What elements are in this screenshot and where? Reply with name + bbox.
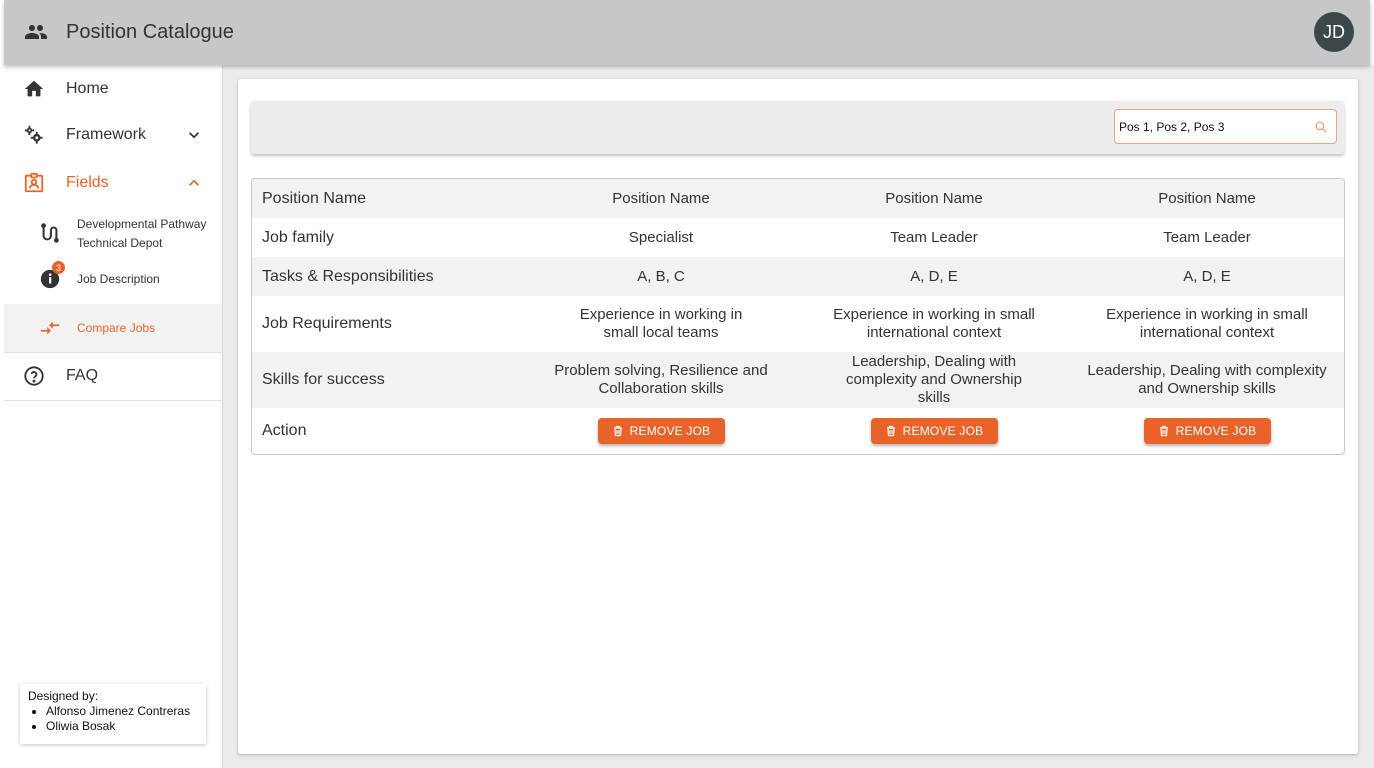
info-icon: 3 — [38, 261, 65, 291]
remove-job-label: REMOVE JOB — [1175, 424, 1257, 438]
row-label: Tasks & Responsibilities — [262, 267, 434, 285]
sidebar-subitem-job-description[interactable]: 3 Job Description — [4, 261, 222, 297]
table-cell: A, B, C — [637, 267, 685, 285]
credits-card: Designed by: Alfonso Jimenez Contreras O… — [20, 684, 206, 744]
compare-table: Position Name Position Name Position Nam… — [251, 178, 1345, 455]
sidebar-subitem-label-line: Technical Depot — [77, 236, 163, 250]
sidebar-item-faq[interactable]: FAQ — [4, 352, 222, 400]
route-icon — [38, 221, 62, 245]
table-cell: Experience in working in small internati… — [833, 306, 1035, 341]
chevron-up-icon[interactable] — [184, 173, 204, 193]
table-row: Skills for success Problem solving, Resi… — [252, 352, 1344, 408]
table-row: Job Requirements Experience in working i… — [252, 296, 1344, 352]
table-row: Job family Specialist Team Leader Team L… — [252, 218, 1344, 257]
sidebar-subitem-compare-jobs[interactable]: Compare Jobs — [4, 304, 222, 352]
credits-name: Alfonso Jimenez Contreras — [46, 704, 198, 719]
table-cell: Experience in working in small local tea… — [579, 306, 743, 341]
table-cell: Experience in working in small internati… — [1106, 306, 1308, 341]
table-row: Position Name Position Name Position Nam… — [252, 179, 1344, 218]
row-label: Job family — [262, 228, 335, 246]
table-cell: REMOVE JOB — [1077, 408, 1337, 454]
table-cell: Position Name — [612, 189, 710, 207]
sidebar-subitem-developmental-pathway[interactable]: Developmental Pathway Technical Depot — [4, 211, 222, 255]
remove-job-button[interactable]: REMOVE JOB — [870, 418, 998, 444]
sidebar-divider — [4, 400, 222, 401]
credits-heading: Designed by: — [28, 689, 99, 703]
search-field[interactable] — [1114, 109, 1337, 144]
table-cell: Position Name — [885, 189, 983, 207]
remove-job-label: REMOVE JOB — [629, 424, 711, 438]
gears-icon — [22, 123, 46, 147]
app-title: Position Catalogue — [66, 21, 234, 43]
table-cell: A, D, E — [1183, 267, 1231, 285]
credits-list: Alfonso Jimenez Contreras Oliwia Bosak — [28, 704, 198, 734]
remove-job-label: REMOVE JOB — [902, 424, 984, 438]
sidebar-item-label: Framework — [66, 126, 147, 143]
sidebar-item-label: Home — [66, 80, 109, 97]
row-label: Skills for success — [262, 371, 385, 388]
remove-job-button[interactable]: REMOVE JOB — [597, 418, 725, 444]
table-cell: REMOVE JOB — [804, 408, 1064, 454]
sidebar-item-framework[interactable]: Framework — [4, 111, 222, 159]
sidebar-subitem-label: Compare Jobs — [77, 320, 156, 335]
table-cell: Team Leader — [1163, 228, 1251, 246]
search-icon[interactable] — [1314, 120, 1328, 134]
remove-job-button[interactable]: REMOVE JOB — [1143, 418, 1271, 444]
search-input[interactable] — [1115, 119, 1305, 134]
home-icon — [22, 77, 46, 101]
sidebar-item-fields[interactable]: Fields — [4, 159, 222, 207]
trash-icon — [886, 425, 895, 437]
sidebar: Home Framework Fields Developmental Path… — [4, 65, 223, 768]
table-cell: Leadership, Dealing with complexity and … — [846, 353, 1022, 406]
table-cell: A, D, E — [910, 267, 958, 285]
table-row: Action REMOVE JOB REMOVE JOB REMOVE JOB — [252, 408, 1344, 454]
avatar[interactable]: JD — [1314, 12, 1354, 52]
row-label: Job Requirements — [262, 315, 392, 332]
chevron-down-icon[interactable] — [184, 125, 204, 145]
table-cell: Team Leader — [890, 228, 978, 246]
credits-name: Oliwia Bosak — [46, 719, 198, 734]
badge-icon — [22, 171, 46, 195]
table-cell: Position Name — [1158, 189, 1256, 207]
sidebar-item-label: Fields — [66, 174, 109, 191]
trash-icon — [1159, 425, 1168, 437]
app-bar: Position Catalogue JD — [4, 0, 1370, 65]
sidebar-item-home[interactable]: Home — [4, 65, 222, 113]
help-icon — [22, 364, 46, 388]
table-row: Tasks & Responsibilities A, B, C A, D, E… — [252, 257, 1344, 296]
table-cell: REMOVE JOB — [531, 408, 791, 454]
table-cell: Specialist — [628, 228, 694, 246]
table-cell: Problem solving, Resilience and Collabor… — [554, 362, 768, 397]
sidebar-subitem-label: Developmental Pathway Technical Depot — [77, 215, 206, 253]
compare-arrows-icon — [38, 316, 62, 340]
sidebar-item-label: FAQ — [66, 367, 99, 384]
sidebar-subitem-label: Job Description — [77, 271, 160, 286]
people-icon — [25, 25, 47, 39]
trash-icon — [613, 425, 622, 437]
row-label: Position Name — [262, 189, 367, 207]
notification-badge: 3 — [52, 261, 65, 274]
table-cell: Leadership, Dealing with complexity and … — [1087, 362, 1327, 397]
row-label: Action — [262, 422, 307, 439]
sidebar-subitem-label-line: Developmental Pathway — [77, 217, 207, 231]
